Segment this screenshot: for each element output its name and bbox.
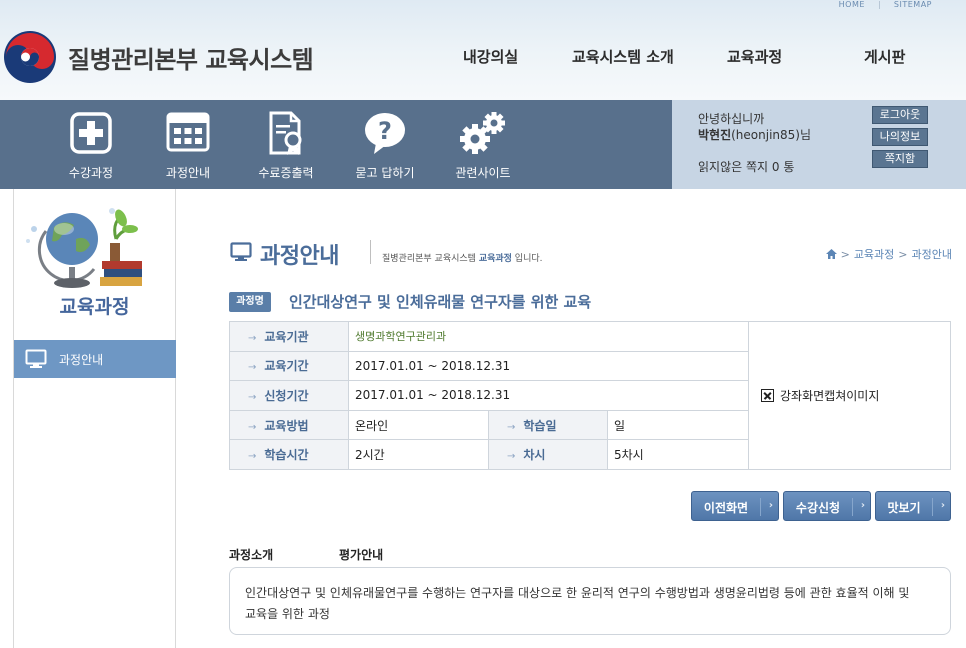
monitor-icon: [25, 349, 47, 368]
course-name: 인간대상연구 및 인체유래물 연구자를 위한 교육: [289, 293, 592, 311]
period-value: 2017.01.01 ~ 2018.12.31: [348, 350, 749, 382]
method-label: → 교육방법: [229, 409, 349, 441]
course-info-table: → 교육기관 생명과학연구관리과 강좌화면캡쳐이미지 → 교육기간 2017.01.…: [229, 321, 951, 470]
quick-label: 묻고 답하기: [355, 166, 415, 180]
hours-label: → 학습시간: [229, 439, 349, 470]
quick-label: 과정안내: [165, 166, 211, 180]
main-nav: 내강의실 교육시스템 소개 교육과정 게시판: [0, 46, 966, 70]
user-panel: 안녕하십니까 박현진(heonjin85)님 읽지않은 쪽지 0 통 로그아웃 …: [672, 100, 966, 189]
utility-divider: [878, 0, 880, 9]
quick-label: 수료증출력: [258, 166, 314, 180]
quick-label: 관련사이트: [455, 166, 511, 180]
sessions-value: 5차시: [607, 439, 749, 470]
nav-courses[interactable]: 교육과정: [727, 46, 782, 67]
user-suffix: 님: [799, 128, 812, 142]
breadcrumb-course-guide[interactable]: 과정안내: [912, 246, 952, 262]
breadcrumb-courses[interactable]: 교육과정: [854, 246, 894, 262]
page-title: 과정안내: [260, 244, 339, 269]
page-description: 질병관리본부 교육시스템 교육과정 입니다.: [382, 254, 543, 264]
course-name-badge: 과정명: [229, 292, 271, 312]
days-value: 일: [607, 409, 749, 441]
quick-label: 수강과정: [68, 166, 114, 180]
plus-box-icon: [70, 112, 112, 154]
chevron-right-icon: ›: [768, 500, 773, 511]
tab-course-intro[interactable]: 과정소개: [229, 546, 273, 563]
user-name: 박현진: [698, 128, 732, 142]
org-value: 생명과학연구관리과: [348, 321, 749, 352]
sidebar-item-label: 과정안내: [59, 353, 104, 367]
nav-system-intro[interactable]: 교육시스템 소개: [572, 46, 674, 67]
broken-image-icon: [761, 389, 774, 402]
question-bubble-icon: ?: [365, 113, 405, 154]
breadcrumb-separator: >: [840, 247, 850, 261]
back-button[interactable]: 이전화면 ›: [691, 491, 779, 521]
message-box-button[interactable]: 쪽지함: [872, 150, 928, 168]
title-divider: [370, 240, 371, 264]
sitemap-link[interactable]: SITEMAP: [894, 0, 932, 9]
utility-links: HOME SITEMAP: [839, 0, 932, 9]
days-label: → 학습일: [488, 409, 608, 441]
sidebar: 교육과정 과정안내: [13, 189, 176, 648]
sessions-label: → 차시: [488, 439, 608, 470]
course-intro-text: 인간대상연구 및 인체유래물연구를 수행하는 연구자를 대상으로 한 윤리적 연…: [229, 567, 951, 635]
hours-value: 2시간: [348, 439, 489, 470]
breadcrumb: > 교육과정 > 과정안내: [825, 246, 952, 262]
quick-certificate-print[interactable]: 수료증출력: [241, 100, 331, 189]
apply-value: 2017.01.01 ~ 2018.12.31: [348, 380, 749, 411]
my-info-button[interactable]: 나의정보: [872, 128, 928, 146]
site-header: HOME SITEMAP 질병관리본부 교육시스템 내강의실 교육시스템 소개 …: [0, 0, 966, 100]
enroll-button[interactable]: 수강신청 ›: [783, 491, 871, 521]
sidebar-title: 교육과정: [59, 296, 130, 318]
breadcrumb-separator: >: [898, 247, 908, 261]
quick-course-guide[interactable]: 과정안내: [143, 100, 233, 189]
calendar-icon: [166, 112, 210, 152]
method-value: 온라인: [348, 409, 489, 441]
quick-related-sites[interactable]: 관련사이트: [438, 100, 528, 189]
org-label: → 교육기관: [229, 321, 349, 352]
monitor-icon: [230, 242, 252, 261]
home-icon[interactable]: [825, 249, 837, 259]
page-header: 과정안내 질병관리본부 교육시스템 교육과정 입니다. > 교육과정 > 과정안…: [230, 236, 952, 272]
tab-evaluation[interactable]: 평가안내: [339, 546, 383, 563]
chevron-right-icon: ›: [940, 500, 945, 511]
table-row: → 교육기관 생명과학연구관리과 강좌화면캡쳐이미지: [229, 321, 951, 470]
period-label: → 교육기간: [229, 350, 349, 382]
quick-enrolled-courses[interactable]: 수강과정: [46, 100, 136, 189]
apply-label: → 신청기간: [229, 380, 349, 411]
logout-button[interactable]: 로그아웃: [872, 106, 928, 124]
user-id: (heonjin85): [731, 128, 800, 142]
greeting-text: 안녕하십니까: [698, 112, 765, 126]
course-screenshot-image: 강좌화면캡쳐이미지: [748, 321, 951, 470]
quick-qna[interactable]: ? 묻고 답하기: [340, 100, 430, 189]
sidebar-item-course-guide[interactable]: 과정안내: [14, 340, 176, 378]
svg-text:?: ?: [378, 117, 392, 145]
chevron-right-icon: ›: [860, 500, 865, 511]
gears-icon: [460, 112, 505, 154]
home-link[interactable]: HOME: [839, 0, 865, 9]
nav-my-classroom[interactable]: 내강의실: [463, 46, 518, 67]
unread-messages: 읽지않은 쪽지 0 통: [698, 160, 795, 174]
preview-button[interactable]: 맛보기 ›: [875, 491, 951, 521]
certificate-icon: [269, 111, 302, 155]
globe-books-icon: [26, 208, 142, 288]
user-name-line: 박현진(heonjin85)님: [698, 126, 811, 143]
nav-board[interactable]: 게시판: [864, 46, 905, 67]
